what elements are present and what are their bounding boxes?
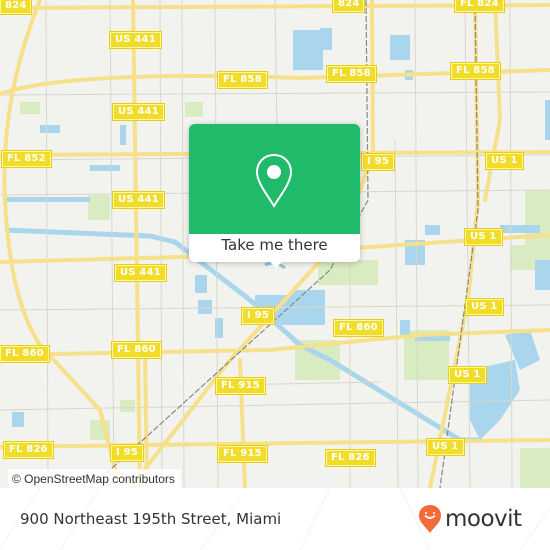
road-shield: 824 xyxy=(331,0,366,13)
address-text: 900 Northeast 195th Street, Miami xyxy=(20,510,282,528)
road-shield: US 441 xyxy=(109,31,162,49)
road-shield: FL 826 xyxy=(3,441,54,459)
road-shield: FL 915 xyxy=(217,445,268,463)
destination-popup[interactable]: Take me there xyxy=(189,124,360,268)
road-shield: US 441 xyxy=(112,103,165,121)
road-shield: US 441 xyxy=(114,264,167,282)
take-me-there-button[interactable]: Take me there xyxy=(189,234,360,262)
road-shield: FL 915 xyxy=(215,377,266,395)
road-shield: 824 xyxy=(0,0,33,15)
road-shield: US 1 xyxy=(465,298,504,316)
map-attribution[interactable]: © OpenStreetMap contributors xyxy=(8,469,181,488)
moovit-pin-icon xyxy=(419,505,441,533)
popup-header xyxy=(189,124,360,234)
brand-name: moovit xyxy=(445,506,522,532)
road-shield: US 1 xyxy=(426,438,465,456)
popup-tail xyxy=(268,260,284,268)
road-shield: FL 858 xyxy=(217,71,268,89)
road-shield: FL 858 xyxy=(450,62,501,80)
road-shield: FL 858 xyxy=(326,65,377,83)
map[interactable]: 824 824 FL 824 US 441 FL 858 FL 858 FL 8… xyxy=(0,0,550,488)
road-shield: FL 860 xyxy=(111,341,162,359)
road-shield: FL 852 xyxy=(1,150,52,168)
road-shield: US 441 xyxy=(112,191,165,209)
road-shield: FL 826 xyxy=(325,449,376,467)
road-shield: I 95 xyxy=(241,307,275,325)
road-shield: FL 824 xyxy=(454,0,505,13)
road-shield: I 95 xyxy=(110,444,144,462)
road-shield: US 1 xyxy=(464,228,503,246)
road-shield: US 1 xyxy=(485,152,524,170)
road-shield: FL 860 xyxy=(333,319,384,337)
moovit-logo[interactable]: moovit xyxy=(418,504,522,534)
road-shield: US 1 xyxy=(448,366,487,384)
road-shield: I 95 xyxy=(361,153,395,171)
map-pin-icon xyxy=(255,153,293,208)
road-shield: FL 860 xyxy=(0,345,50,363)
